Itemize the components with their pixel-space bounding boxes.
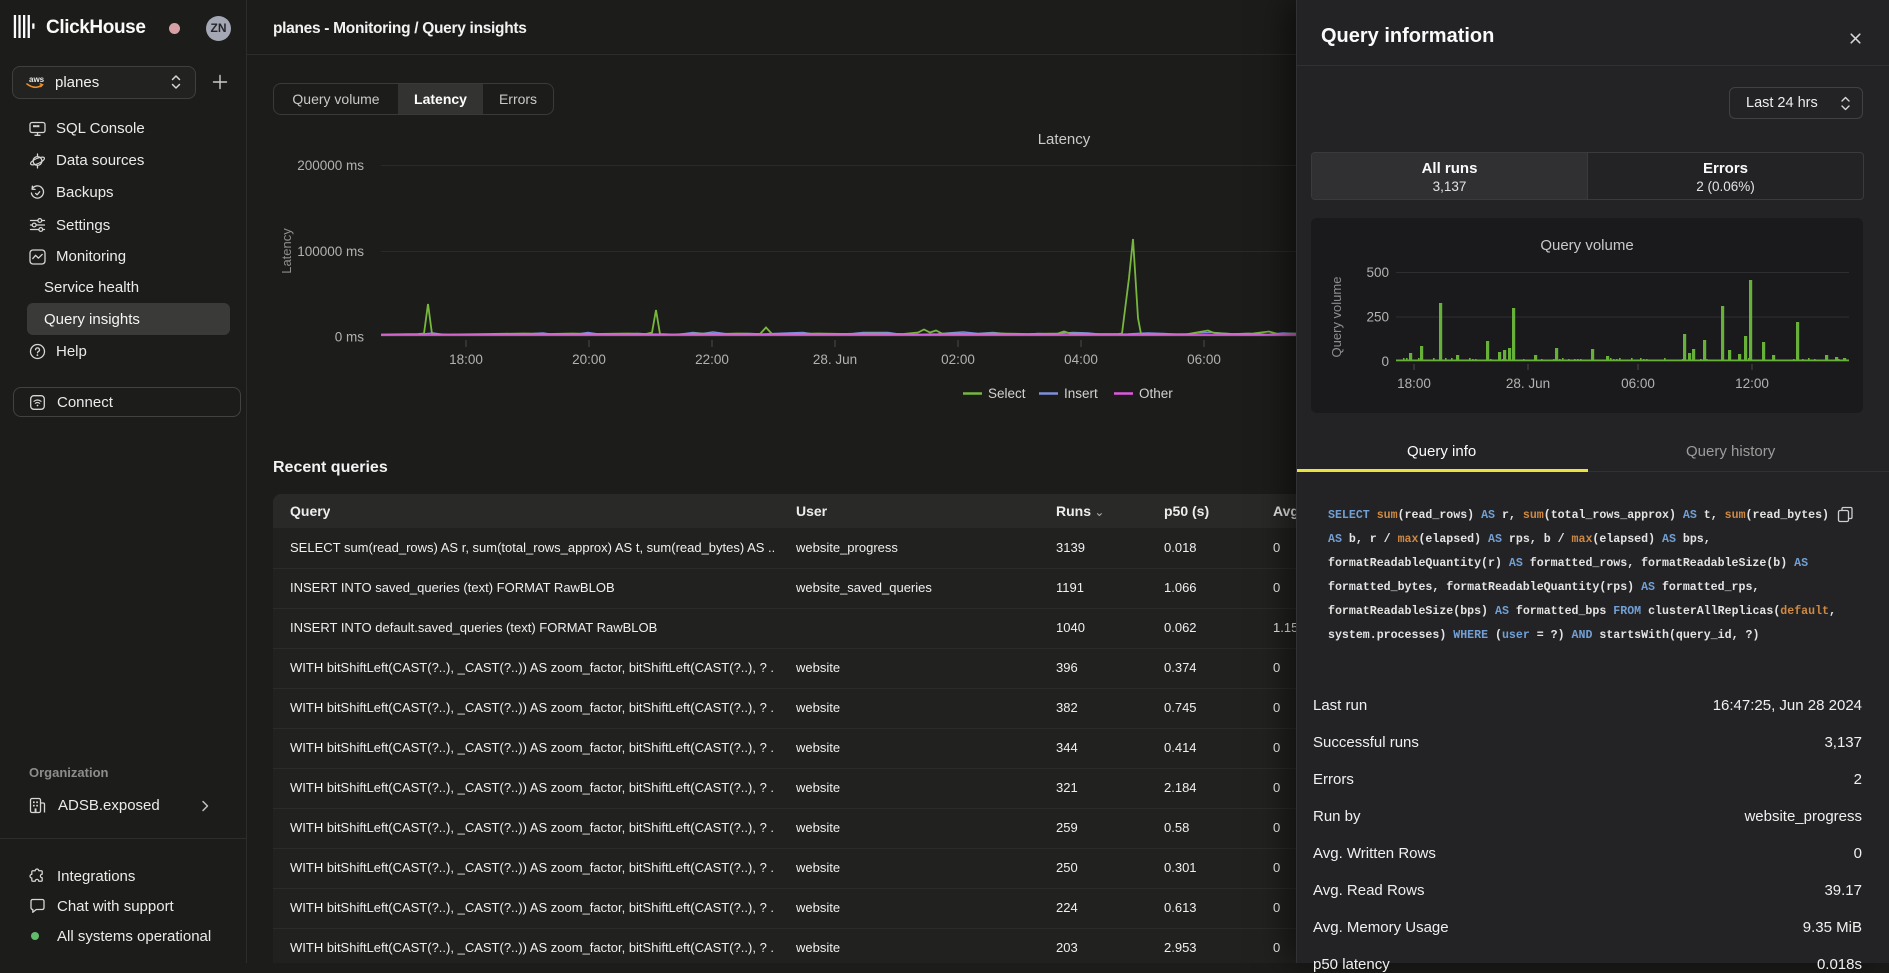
svg-text:100000 ms: 100000 ms [297,244,364,259]
svg-text:20:00: 20:00 [572,352,606,367]
svg-text:Insert: Insert [1064,386,1098,401]
svg-text:06:00: 06:00 [1187,352,1221,367]
svg-text:0: 0 [1381,354,1389,369]
svg-text:28. Jun: 28. Jun [813,352,857,367]
svg-text:0 ms: 0 ms [335,330,365,345]
svg-text:06:00: 06:00 [1621,376,1655,391]
svg-text:200000 ms: 200000 ms [297,158,364,173]
svg-text:22:00: 22:00 [695,352,729,367]
svg-text:Query volume: Query volume [1540,237,1633,254]
svg-text:Latency: Latency [279,228,294,274]
svg-text:250: 250 [1366,310,1389,325]
svg-text:18:00: 18:00 [449,352,483,367]
svg-text:02:00: 02:00 [941,352,975,367]
svg-text:Select: Select [988,386,1026,401]
svg-text:Other: Other [1139,386,1173,401]
svg-text:500: 500 [1366,265,1389,280]
svg-text:18:00: 18:00 [1397,376,1431,391]
svg-text:Query volume: Query volume [1329,277,1344,358]
svg-text:12:00: 12:00 [1735,376,1769,391]
svg-text:Latency: Latency [1038,131,1091,148]
svg-text:04:00: 04:00 [1064,352,1098,367]
svg-text:28. Jun: 28. Jun [1506,376,1550,391]
